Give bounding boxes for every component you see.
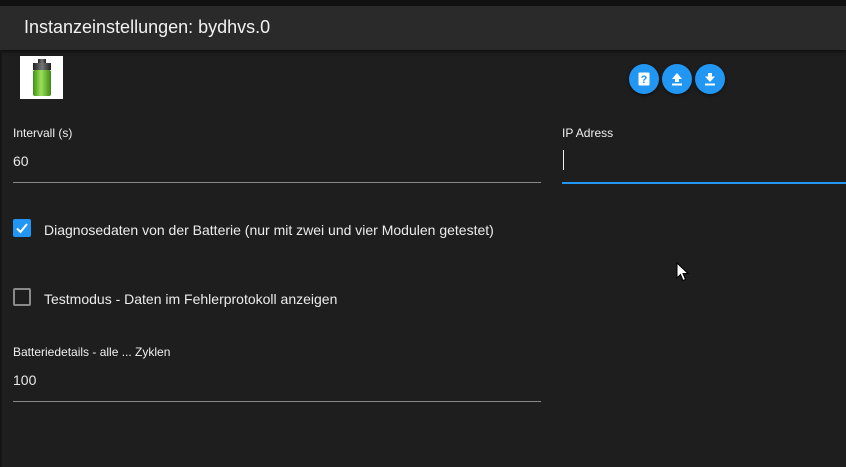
adapter-logo	[20, 56, 63, 99]
diagnostics-checkbox[interactable]	[13, 219, 31, 237]
battery-details-underline	[13, 401, 541, 402]
interval-label: Intervall (s)	[13, 126, 73, 140]
title-bar: Instanzeinstellungen: bydhvs.0	[0, 0, 846, 50]
help-button[interactable]: ?	[629, 64, 659, 94]
ip-label: IP Adress	[562, 126, 614, 140]
checkmark-icon	[16, 223, 28, 234]
interval-input[interactable]	[13, 150, 541, 172]
testmode-checkbox[interactable]	[13, 288, 31, 306]
testmode-label: Testmodus - Daten im Fehlerprotokoll anz…	[44, 291, 338, 307]
upload-icon	[672, 73, 682, 86]
ip-input[interactable]	[562, 150, 846, 172]
svg-text:?: ?	[641, 74, 648, 86]
mouse-pointer-icon	[676, 262, 690, 282]
text-caret	[563, 150, 564, 170]
page-title: Instanzeinstellungen: bydhvs.0	[24, 17, 271, 37]
download-button[interactable]	[695, 64, 725, 94]
diagnostics-label: Diagnosedaten von der Batterie (nur mit …	[44, 222, 494, 238]
download-icon	[705, 73, 715, 86]
battery-details-input[interactable]	[13, 369, 541, 391]
interval-underline	[13, 182, 541, 183]
left-border	[0, 50, 2, 467]
ip-underline	[562, 182, 846, 184]
upload-button[interactable]	[662, 64, 692, 94]
help-icon: ?	[638, 72, 650, 86]
battery-details-label: Batteriedetails - alle ... Zyklen	[13, 345, 171, 359]
battery-icon	[32, 58, 51, 96]
